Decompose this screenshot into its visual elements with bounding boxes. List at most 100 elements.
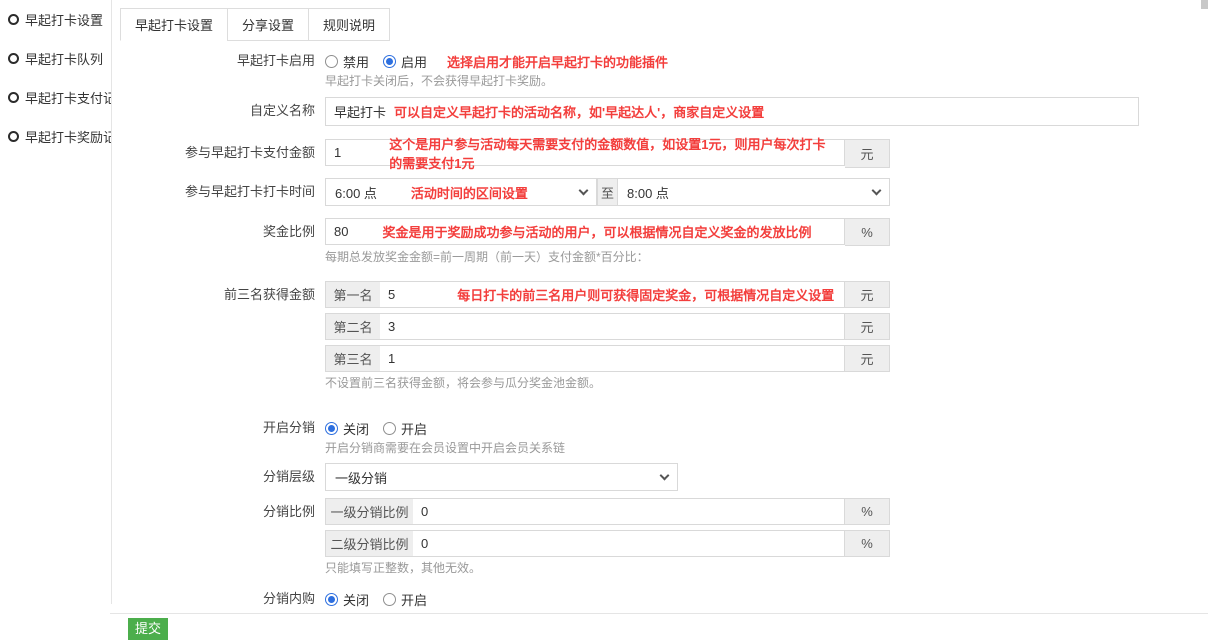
top3-hint: 每日打卡的前三名用户则可获得固定奖金，可根据情况自定义设置 xyxy=(457,285,834,304)
row-distribution: 开启分销 关闭 开启 开启分销商需要在会员设置中开启会员关系链 xyxy=(120,419,1208,456)
field-label: 参与早起打卡支付金额 xyxy=(120,139,325,167)
custom-name-hint: 可以自定义早起打卡的活动名称，如'早起达人'，商家自定义设置 xyxy=(394,102,764,121)
level1-ratio-input[interactable]: 0 xyxy=(413,498,845,525)
radio-disable[interactable]: 禁用 xyxy=(325,52,369,71)
field-label: 前三名获得金额 xyxy=(120,281,325,308)
input-value: 5 xyxy=(388,287,395,302)
radio-checked-icon xyxy=(383,55,396,68)
tab-checkin-settings[interactable]: 早起打卡设置 xyxy=(120,8,228,41)
to-separator: 至 xyxy=(597,178,618,206)
row-pay-amount: 参与早起打卡支付金额 1 这个是用户参与活动每天需要支付的金额数值，如设置1元，… xyxy=(120,139,1208,168)
top3-row-3: 第三名 1 元 xyxy=(325,345,890,372)
radio-label: 关闭 xyxy=(343,419,369,438)
input-value: 0 xyxy=(421,504,428,519)
radio-label: 开启 xyxy=(401,590,427,609)
circle-icon xyxy=(8,53,19,64)
radio-label: 禁用 xyxy=(343,52,369,71)
ratio-name-addon: 一级分销比例 xyxy=(325,498,413,525)
radio-dist-on[interactable]: 开启 xyxy=(383,419,427,438)
select-value: 8:00 点 xyxy=(627,183,669,202)
chevron-down-icon xyxy=(660,471,670,481)
radio-innerbuy-on[interactable]: 开启 xyxy=(383,590,427,609)
row-custom-name: 自定义名称 早起打卡 可以自定义早起打卡的活动名称，如'早起达人'，商家自定义设… xyxy=(120,97,1208,126)
top3-row-2: 第二名 3 元 xyxy=(325,313,890,340)
row-bonus-ratio: 奖金比例 80 奖金是用于奖励成功参与活动的用户，可以根据情况自定义奖金的发放比… xyxy=(120,218,1208,265)
ratio-name-addon: 二级分销比例 xyxy=(325,530,413,557)
level2-ratio-input[interactable]: 0 xyxy=(413,530,845,557)
rank-addon: 第三名 xyxy=(325,345,380,372)
top3-row-1: 第一名 5 每日打卡的前三名用户则可获得固定奖金，可根据情况自定义设置 元 xyxy=(325,281,890,308)
unit-addon: % xyxy=(845,498,890,525)
radio-checked-icon xyxy=(325,593,338,606)
top3-help-text: 不设置前三名获得金额，将会参与瓜分奖金池金额。 xyxy=(325,376,890,391)
unit-addon: % xyxy=(845,218,890,246)
footer-divider: 提交 xyxy=(110,613,1208,640)
field-label: 分销内购 xyxy=(120,590,325,608)
field-label: 奖金比例 xyxy=(120,218,325,246)
chevron-down-icon xyxy=(872,186,882,196)
pay-amount-input[interactable]: 1 这个是用户参与活动每天需要支付的金额数值，如设置1元，则用户每次打卡的需要支… xyxy=(325,139,845,166)
unit-addon: 元 xyxy=(845,345,890,372)
sidebar-item-checkin-settings[interactable]: 早起打卡设置 xyxy=(0,0,111,39)
input-value: 1 xyxy=(334,145,341,160)
bonus-ratio-input[interactable]: 80 奖金是用于奖励成功参与活动的用户，可以根据情况自定义奖金的发放比例 xyxy=(325,218,845,245)
dist-level-select[interactable]: 一级分销 xyxy=(325,463,678,491)
row-top3-amount: 前三名获得金额 第一名 5 每日打卡的前三名用户则可获得固定奖金，可根据情况自定… xyxy=(120,281,1208,391)
select-value: 一级分销 xyxy=(335,468,387,487)
unit-addon: 元 xyxy=(845,313,890,340)
field-label: 参与早起打卡打卡时间 xyxy=(120,178,325,206)
tab-bar: 早起打卡设置 分享设置 规则说明 xyxy=(120,8,390,41)
rank-addon: 第一名 xyxy=(325,281,380,308)
field-label: 分销比例 xyxy=(120,498,325,525)
row-inner-buy: 分销内购 关闭 开启 xyxy=(120,590,1208,608)
circle-icon xyxy=(8,131,19,142)
radio-innerbuy-off[interactable]: 关闭 xyxy=(325,590,369,609)
field-label: 自定义名称 xyxy=(120,97,325,125)
end-time-select[interactable]: 8:00 点 xyxy=(618,178,890,206)
submit-button[interactable]: 提交 xyxy=(128,618,168,640)
sidebar-item-reward-records[interactable]: 早起打卡奖励记录 xyxy=(0,117,111,156)
input-value: 早起打卡 xyxy=(334,102,386,121)
circle-icon xyxy=(8,92,19,103)
sidebar-item-label: 早起打卡队列 xyxy=(25,49,103,68)
radio-dist-off[interactable]: 关闭 xyxy=(325,419,369,438)
rank-addon: 第二名 xyxy=(325,313,380,340)
input-value: 3 xyxy=(388,319,395,334)
input-value: 80 xyxy=(334,224,348,239)
custom-name-input[interactable]: 早起打卡 可以自定义早起打卡的活动名称，如'早起达人'，商家自定义设置 xyxy=(325,97,1139,126)
time-hint: 活动时间的区间设置 xyxy=(411,183,528,202)
radio-label: 开启 xyxy=(401,419,427,438)
scrollbar[interactable] xyxy=(1201,0,1208,635)
sidebar-item-checkin-queue[interactable]: 早起打卡队列 xyxy=(0,39,111,78)
input-value: 1 xyxy=(388,351,395,366)
sidebar-item-label: 早起打卡奖励记录 xyxy=(25,127,112,146)
tab-share-settings[interactable]: 分享设置 xyxy=(227,8,309,41)
radio-label: 启用 xyxy=(401,52,427,71)
field-label: 开启分销 xyxy=(120,419,325,437)
sidebar-item-label: 早起打卡支付记录 xyxy=(25,88,112,107)
tab-rules[interactable]: 规则说明 xyxy=(308,8,390,41)
field-label: 早起打卡启用 xyxy=(120,52,325,70)
scrollbar-thumb[interactable] xyxy=(1201,0,1208,9)
row-checkin-enable: 早起打卡启用 禁用 启用 选择启用才能开启早起打卡的功能插件 早起打卡关闭后，不… xyxy=(120,52,1208,89)
radio-checked-icon xyxy=(325,422,338,435)
main-content: 早起打卡设置 分享设置 规则说明 早起打卡启用 禁用 启用 选择启用才能开启早起… xyxy=(120,0,1208,640)
sidebar-item-label: 早起打卡设置 xyxy=(25,10,103,29)
rank2-amount-input[interactable]: 3 xyxy=(380,313,845,340)
rank3-amount-input[interactable]: 1 xyxy=(380,345,845,372)
radio-icon xyxy=(325,55,338,68)
unit-addon: % xyxy=(845,530,890,557)
bonus-ratio-help-text: 每期总发放奖金金额=前一周期（前一天）支付金额*百分比： xyxy=(325,250,890,265)
distribution-help-text: 开启分销商需要在会员设置中开启会员关系链 xyxy=(325,441,565,456)
radio-label: 关闭 xyxy=(343,590,369,609)
unit-addon: 元 xyxy=(845,139,890,168)
radio-icon xyxy=(383,593,396,606)
bonus-ratio-hint: 奖金是用于奖励成功参与活动的用户，可以根据情况自定义奖金的发放比例 xyxy=(382,222,811,241)
select-value: 6:00 点 xyxy=(335,183,377,202)
rank1-amount-input[interactable]: 5 每日打卡的前三名用户则可获得固定奖金，可根据情况自定义设置 xyxy=(380,281,845,308)
start-time-select[interactable]: 6:00 点 活动时间的区间设置 xyxy=(325,178,597,206)
dist-ratio-row-2: 二级分销比例 0 % xyxy=(325,530,890,557)
pay-amount-hint: 这个是用户参与活动每天需要支付的金额数值，如设置1元，则用户每次打卡的需要支付1… xyxy=(389,134,836,172)
sidebar-item-payment-records[interactable]: 早起打卡支付记录 xyxy=(0,78,111,117)
radio-enable[interactable]: 启用 xyxy=(383,52,427,71)
